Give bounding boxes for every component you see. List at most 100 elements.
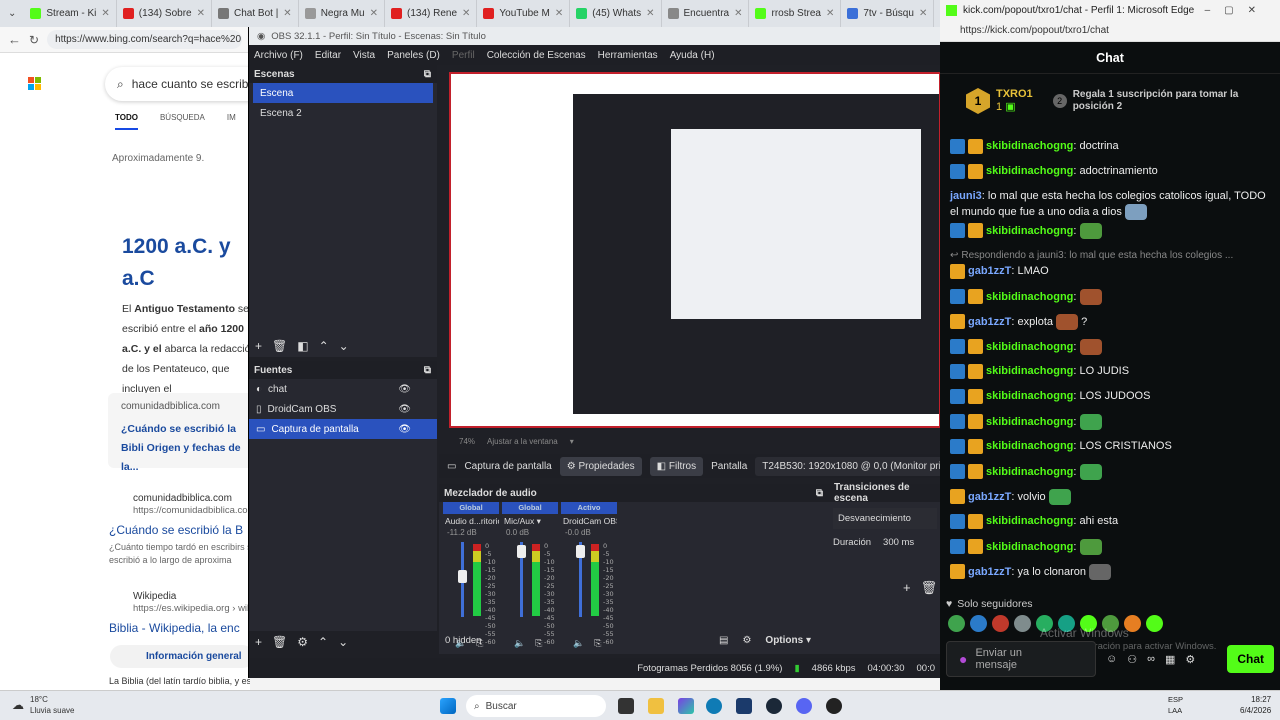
edge-icon[interactable] <box>706 698 722 714</box>
browser-tab[interactable]: rrosb Strea ✕ <box>749 0 842 27</box>
close-tab-icon[interactable]: ✕ <box>734 8 742 19</box>
browser-tab[interactable]: Chat Bot | ✕ <box>212 0 299 27</box>
undock-icon[interactable]: ⧉ <box>424 365 431 376</box>
send-chat-button[interactable]: Chat <box>1227 645 1274 673</box>
down-icon[interactable]: ⌄ <box>338 635 348 649</box>
menu-ayuda[interactable]: Ayuda (H) <box>670 50 715 61</box>
chat-username[interactable]: gab1zzT <box>968 566 1011 578</box>
language-indicator[interactable]: ESP LAA <box>1168 694 1183 716</box>
tab-busqueda[interactable]: BÚSQUEDA <box>160 113 205 130</box>
emote-picker-icon[interactable]: ☺ <box>1106 653 1117 665</box>
store-icon[interactable]: ▦ <box>1165 653 1175 666</box>
close-tab-icon[interactable]: ✕ <box>919 8 927 19</box>
eye-icon[interactable]: 👁 <box>398 384 411 395</box>
up-icon[interactable]: ⌃ <box>319 339 329 353</box>
chat-username[interactable]: skibidinachogng <box>986 341 1073 353</box>
browser-tab[interactable]: Negra Mu ✕ <box>299 0 385 27</box>
volume-slider-knob[interactable] <box>458 569 467 583</box>
volume-slider[interactable] <box>517 542 526 617</box>
chevron-down-icon[interactable]: ▾ <box>570 437 574 446</box>
undock-icon[interactable]: ⧉ <box>424 69 431 80</box>
system-clock[interactable]: 18:27 6/4/2026 <box>1240 694 1271 716</box>
browser-tab[interactable]: Stream - Ki ✕ <box>24 0 117 27</box>
mic-icon[interactable]: ● <box>959 652 967 666</box>
fit-window[interactable]: Ajustar a la ventana <box>487 437 558 446</box>
channel-name[interactable]: DroidCam OBS ▾ <box>561 514 617 528</box>
duration-input[interactable]: 300 ms <box>883 537 914 548</box>
reload-icon[interactable]: ↻ <box>29 33 39 47</box>
close-tab-icon[interactable]: ✕ <box>462 8 470 19</box>
back-icon[interactable]: ← <box>8 32 21 47</box>
reply-context[interactable]: ↩ Respondiendo a jauni3: lo mal que esta … <box>950 248 1270 263</box>
chat-username[interactable]: jauni3 <box>950 190 982 202</box>
emote-icon[interactable] <box>1079 539 1102 555</box>
up-icon[interactable]: ⌃ <box>318 635 328 649</box>
quick-emote-icon[interactable] <box>1014 615 1031 632</box>
users-icon[interactable]: ⚇ <box>1127 653 1137 666</box>
window-controls[interactable]: –▢✕ <box>1205 5 1270 16</box>
layout-icon[interactable]: ▤ <box>719 635 728 646</box>
browser-tab[interactable]: (134) Sobre ✕ <box>117 0 212 27</box>
kick-url-bar[interactable]: https://kick.com/popout/txro1/chat <box>940 20 1280 42</box>
chat-username[interactable]: skibidinachogng <box>986 440 1073 452</box>
browser-tab[interactable]: (45) Whats ✕ <box>570 0 662 27</box>
obs-icon[interactable] <box>826 698 842 714</box>
browser-tab[interactable]: Encuentra ✕ <box>662 0 750 27</box>
tab-todo[interactable]: TODO <box>115 113 138 130</box>
source-item-chat[interactable]: ◐ chat 👁 <box>249 379 437 399</box>
emote-icon[interactable] <box>1079 289 1102 305</box>
close-tab-icon[interactable]: ✕ <box>101 8 109 19</box>
copilot-icon[interactable] <box>678 698 694 714</box>
store-icon[interactable] <box>736 698 752 714</box>
chat-username[interactable]: skibidinachogng <box>986 365 1073 377</box>
menu-perfil[interactable]: Perfil <box>452 50 475 61</box>
emote-icon[interactable] <box>1056 314 1079 330</box>
trash-icon[interactable]: 🗑 <box>921 580 938 596</box>
task-view-icon[interactable] <box>618 698 634 714</box>
close-tab-icon[interactable]: ✕ <box>197 8 205 19</box>
result-title-link[interactable]: Biblia - Wikipedia, la enc <box>109 621 240 635</box>
obs-preview[interactable] <box>449 72 940 428</box>
result-title-link[interactable]: ¿Cuándo se escribió la B <box>109 523 243 537</box>
menu-herramientas[interactable]: Herramientas <box>598 50 658 61</box>
info-chip[interactable]: Información general <box>110 645 250 668</box>
chat-username[interactable]: skibidinachogng <box>986 515 1073 527</box>
emote-icon[interactable] <box>1079 223 1102 239</box>
channel-name[interactable]: Mic/Aux ▾ <box>502 514 558 528</box>
emote-icon[interactable] <box>1048 489 1071 505</box>
monitor-audio-icon[interactable]: ⎘ <box>594 638 601 649</box>
down-icon[interactable]: ⌄ <box>339 339 349 353</box>
chat-username[interactable]: skibidinachogng <box>986 541 1073 553</box>
volume-slider-knob[interactable] <box>576 545 585 559</box>
options-button[interactable]: Options ▾ <box>765 635 811 646</box>
chat-username[interactable]: gab1zzT <box>968 265 1011 277</box>
emote-icon[interactable] <box>1124 204 1147 220</box>
chat-username[interactable]: skibidinachogng <box>986 416 1073 428</box>
gear-icon[interactable]: ⚙ <box>297 635 308 649</box>
zoom-level[interactable]: 74% <box>459 437 475 446</box>
menu-paneles[interactable]: Paneles (D) <box>387 50 440 61</box>
close-tab-icon[interactable]: ✕ <box>370 8 378 19</box>
infinity-icon[interactable]: ∞ <box>1147 653 1155 665</box>
chat-username[interactable]: skibidinachogng <box>986 390 1073 402</box>
close-tab-icon[interactable]: ✕ <box>826 8 834 19</box>
browser-tab[interactable]: YouTube M ✕ <box>477 0 571 27</box>
filters-button[interactable]: ◧ Filtros <box>649 456 704 476</box>
start-icon[interactable] <box>440 698 456 714</box>
trash-icon[interactable]: 🗑 <box>272 635 287 649</box>
tab-list-icon[interactable]: ⌄ <box>0 8 24 19</box>
gear-icon[interactable]: ⚙ <box>1185 653 1195 666</box>
menu-vista[interactable]: Vista <box>353 50 375 61</box>
chat-username[interactable]: gab1zzT <box>968 491 1011 503</box>
source-item-droidcam[interactable]: ▯ DroidCam OBS 👁 <box>249 399 437 419</box>
volume-slider[interactable] <box>458 542 467 617</box>
close-tab-icon[interactable]: ✕ <box>283 8 291 19</box>
scene-item[interactable]: Escena <box>253 83 433 103</box>
browser-tab[interactable]: 7tv - Búsqu ✕ <box>841 0 935 27</box>
properties-button[interactable]: ⚙ Propiedades <box>559 456 642 476</box>
chat-username[interactable]: gab1zzT <box>968 316 1011 328</box>
source-item-captura[interactable]: ▭ Captura de pantalla 👁 <box>249 419 437 439</box>
top-gifter[interactable]: TXRO1 <box>996 88 1033 101</box>
chat-input[interactable]: ● Enviar un mensaje <box>946 641 1096 677</box>
undock-icon[interactable]: ⧉ <box>816 488 823 499</box>
